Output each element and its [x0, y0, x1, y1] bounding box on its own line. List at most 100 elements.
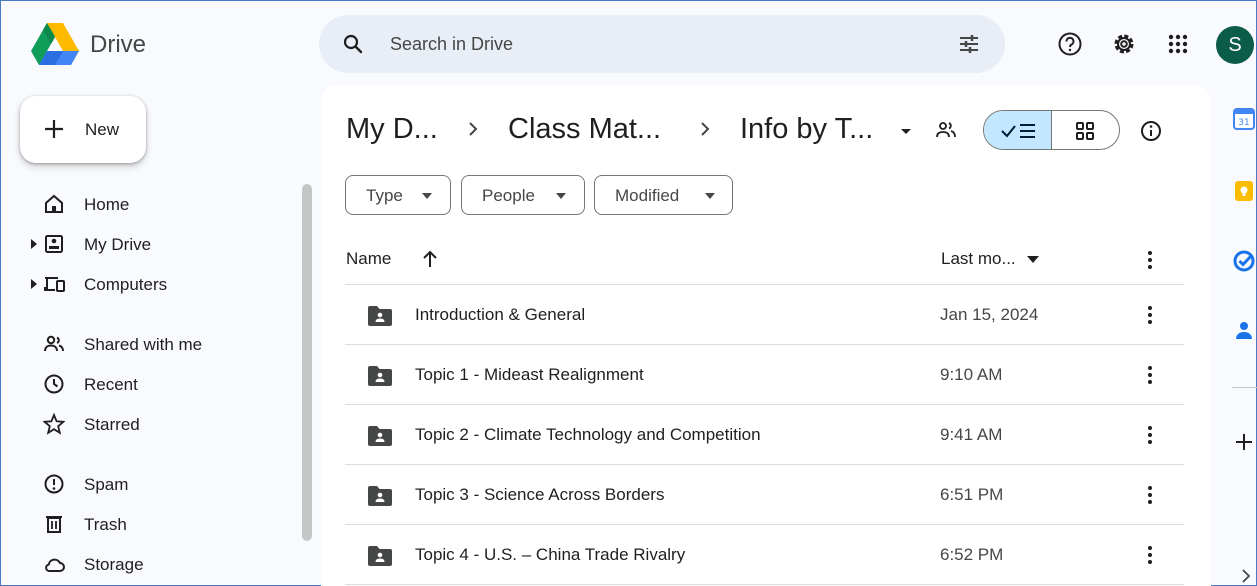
file-name[interactable]: Topic 4 - U.S. – China Trade Rivalry — [415, 545, 685, 565]
file-name[interactable]: Topic 3 - Science Across Borders — [415, 485, 664, 505]
sidebar-item-label: Recent — [84, 375, 138, 394]
shared-folder-icon — [368, 546, 392, 566]
list-view-button[interactable] — [984, 111, 1052, 149]
more-options-icon[interactable] — [1145, 303, 1155, 327]
account-avatar[interactable]: S — [1216, 26, 1254, 64]
name-column-header[interactable]: Name — [346, 249, 391, 269]
sidebar-item-label: Shared with me — [84, 335, 203, 354]
sidebar-item-recent[interactable]: Recent — [31, 367, 291, 401]
view-toggle[interactable] — [983, 110, 1120, 150]
dropdown-arrow-icon — [422, 193, 432, 199]
column-dropdown-icon[interactable] — [1027, 256, 1039, 264]
file-modified: Jan 15, 2024 — [940, 305, 1039, 324]
file-modified: 9:10 AM — [940, 365, 1003, 384]
contacts-icon[interactable] — [1233, 319, 1255, 341]
top-bar: Drive Search in Drive S — [1, 1, 1257, 89]
plus-icon — [45, 120, 63, 138]
shared-icon — [44, 335, 64, 352]
chevron-right-icon[interactable] — [1239, 569, 1253, 583]
sidebar-item-shared-with-me[interactable]: Shared with me — [31, 327, 291, 361]
expand-caret-icon[interactable] — [31, 279, 37, 289]
main-panel: My D... Class Mat... Info by T... Type P… — [321, 85, 1211, 586]
star-icon — [43, 413, 65, 435]
folder-actions-caret-icon[interactable] — [894, 119, 918, 143]
new-button[interactable]: New — [20, 96, 146, 163]
apps-grid-icon[interactable] — [1165, 31, 1191, 57]
chevron-right-icon — [701, 122, 710, 136]
trash-icon — [46, 516, 62, 533]
tasks-icon[interactable] — [1233, 250, 1255, 272]
calendar-icon[interactable]: 31 — [1233, 108, 1255, 130]
file-row[interactable]: Introduction & General Jan 15, 2024 — [345, 284, 1184, 344]
list-view-check-icon — [1001, 124, 1035, 138]
search-icon[interactable] — [341, 32, 365, 56]
search-bar[interactable]: Search in Drive — [319, 15, 1005, 73]
file-name[interactable]: Introduction & General — [415, 305, 585, 325]
more-options-icon[interactable] — [1145, 363, 1155, 387]
search-options-icon[interactable] — [957, 32, 981, 56]
help-icon[interactable] — [1057, 31, 1083, 57]
sidebar-scrollbar[interactable] — [302, 184, 312, 541]
grid-view-button[interactable] — [1052, 111, 1119, 149]
shared-folder-icon — [368, 426, 392, 446]
dropdown-arrow-icon — [705, 193, 715, 199]
settings-icon[interactable] — [1111, 31, 1137, 57]
svg-text:31: 31 — [1238, 118, 1249, 128]
file-modified: 9:41 AM — [940, 425, 1003, 444]
my-drive-icon — [45, 235, 63, 253]
sidebar-item-label: Starred — [84, 415, 140, 434]
sidebar-item-my-drive[interactable]: My Drive — [31, 227, 291, 261]
people-filter-chip[interactable]: People — [461, 175, 585, 215]
file-modified: 6:51 PM — [940, 485, 1004, 504]
spam-icon — [44, 474, 64, 494]
home-icon — [45, 194, 63, 213]
add-addon-plus-icon[interactable] — [1233, 431, 1255, 453]
chip-label: Modified — [615, 186, 680, 205]
sidebar-item-trash[interactable]: Trash — [31, 507, 291, 541]
breadcrumb-my-drive[interactable]: My D... — [346, 113, 438, 146]
file-row[interactable]: Topic 1 - Mideast Realignment 9:10 AM — [345, 344, 1184, 404]
sort-ascending-arrow-icon[interactable] — [421, 249, 439, 269]
more-options-icon[interactable] — [1145, 248, 1155, 272]
shared-folder-icon — [368, 366, 392, 386]
type-filter-chip[interactable]: Type — [345, 175, 451, 215]
sidebar-item-label: Home — [84, 195, 130, 214]
modified-filter-chip[interactable]: Modified — [594, 175, 733, 215]
sidebar-item-home[interactable]: Home — [31, 187, 291, 221]
grid-view-icon — [1076, 122, 1094, 140]
expand-caret-icon[interactable] — [31, 239, 37, 249]
info-icon[interactable] — [1139, 119, 1163, 143]
chip-label: People — [482, 186, 535, 205]
sidebar-item-starred[interactable]: Starred — [31, 407, 291, 441]
shared-folder-icon — [368, 486, 392, 506]
drive-logo-icon[interactable] — [31, 23, 79, 65]
clock-icon — [44, 374, 64, 394]
sidebar-item-storage[interactable]: Storage — [31, 547, 291, 581]
chip-label: Type — [366, 186, 403, 205]
file-modified: 6:52 PM — [940, 545, 1004, 564]
keep-icon[interactable] — [1233, 180, 1255, 202]
file-name[interactable]: Topic 2 - Climate Technology and Competi… — [415, 425, 761, 445]
search-input[interactable]: Search in Drive — [390, 34, 513, 55]
last-modified-column-header[interactable]: Last mo... — [941, 249, 1016, 269]
sidebar-item-label: Computers — [84, 275, 168, 294]
sidebar-item-label: Spam — [84, 475, 129, 494]
sidebar-item-label: Trash — [84, 515, 127, 534]
more-options-icon[interactable] — [1145, 423, 1155, 447]
more-options-icon[interactable] — [1145, 483, 1155, 507]
file-name[interactable]: Topic 1 - Mideast Realignment — [415, 365, 644, 385]
more-options-icon[interactable] — [1145, 543, 1155, 567]
file-row[interactable]: Topic 2 - Climate Technology and Competi… — [345, 404, 1184, 464]
chevron-right-icon — [469, 122, 478, 136]
breadcrumb-current-folder[interactable]: Info by T... — [740, 113, 873, 146]
sidebar-item-label: Storage — [84, 555, 144, 574]
app-title[interactable]: Drive — [90, 31, 146, 59]
sidebar-item-computers[interactable]: Computers — [31, 267, 291, 301]
sidebar-item-spam[interactable]: Spam — [31, 467, 291, 501]
file-row[interactable]: Topic 4 - U.S. – China Trade Rivalry 6:5… — [345, 524, 1184, 584]
breadcrumb-class-materials[interactable]: Class Mat... — [508, 113, 661, 146]
sidebar-item-label: My Drive — [84, 235, 152, 254]
side-panel-divider — [1232, 387, 1257, 388]
file-row[interactable]: Topic 3 - Science Across Borders 6:51 PM — [345, 464, 1184, 524]
shared-folder-icon[interactable] — [934, 118, 958, 142]
